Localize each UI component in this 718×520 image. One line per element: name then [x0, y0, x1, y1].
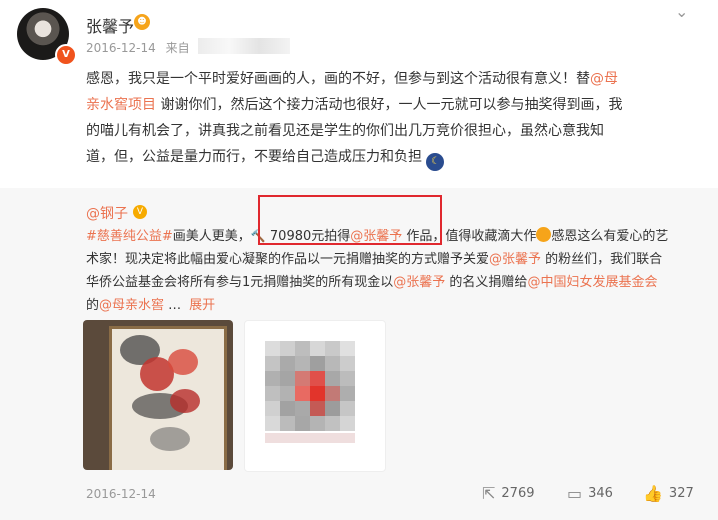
painting-thumbnail[interactable] [83, 320, 233, 470]
comment-count: 346 [588, 486, 613, 501]
repost-date[interactable]: 2016-12-14 [86, 487, 156, 501]
comment-icon: ▭ [567, 484, 583, 503]
verified-badge-icon: V [55, 44, 77, 66]
post-line: 亲水窖项目 谢谢你们，然后这个接力活动也很好，一人一元就可以参与抽奖得到画，我 [86, 97, 623, 113]
expand-link[interactable]: 展开 [189, 298, 215, 313]
emoji-icon: ☻ [134, 14, 150, 30]
mention-link[interactable]: @张馨予 [393, 275, 445, 290]
highlight-annotation [258, 195, 442, 245]
like-count: 327 [668, 486, 694, 501]
post-body: 感恩，我只是一个平时爱好画画的人，画的不好，但参与到这个活动很有意义！替@母 亲… [86, 66, 696, 171]
post-line: 的喵儿有机会了，讲真我之前看见还是学生的你们出几万竞价很担心，虽然心意我知 [86, 123, 604, 139]
mention-link[interactable]: @张馨予 [489, 252, 541, 267]
author-name[interactable]: 张馨予 [86, 13, 134, 37]
repost-line: 华侨公益基金会将所有参与1元捐赠抽奖的所有现金以@张馨予 的名义捐赠给@中国妇女… [86, 275, 658, 290]
post-line: 道，但，公益是量力而行，不要给自己造成压力和负担 ☾ [86, 144, 696, 171]
qr-code-thumbnail[interactable] [244, 320, 386, 472]
like-button[interactable]: 👍 327 [643, 484, 694, 503]
mention-link[interactable]: @中国妇女发展基金会 [527, 275, 657, 290]
post-line: 感恩，我只是一个平时爱好画画的人，画的不好，但参与到这个活动很有意义！替@母 [86, 71, 618, 87]
post-meta: 2016-12-14 来自 [86, 39, 190, 56]
emoji-icon: ☾ [426, 153, 445, 171]
mention-link[interactable]: @母亲水窖 [99, 298, 164, 313]
forward-icon: ⇱ [482, 484, 496, 503]
chevron-down-icon[interactable]: ⌄ [675, 2, 688, 21]
verified-badge-icon: V [133, 205, 147, 219]
source-prefix: 来自 [165, 41, 190, 55]
like-icon: 👍 [643, 484, 663, 503]
post-date[interactable]: 2016-12-14 [86, 41, 156, 55]
comment-button[interactable]: ▭ 346 [567, 484, 613, 503]
repost-line: 术家！现决定将此幅由爱心凝聚的作品以一元捐赠抽奖的方式赠予关爱@张馨予 的粉丝们… [86, 252, 663, 267]
repost-author[interactable]: @钢子 [86, 203, 128, 223]
blurred-source [198, 38, 290, 54]
repost-line: 的@母亲水窖 … 展开 [86, 298, 216, 313]
emoji-icon [536, 227, 552, 242]
forward-count: 2769 [501, 486, 535, 501]
mention-link[interactable]: @母 [590, 71, 618, 87]
forward-button[interactable]: ⇱ 2769 [482, 484, 535, 503]
painting-paper [109, 326, 227, 470]
mention-link[interactable]: 亲水窖项目 [86, 97, 156, 113]
hashtag-link[interactable]: #慈善纯公益# [86, 229, 173, 244]
